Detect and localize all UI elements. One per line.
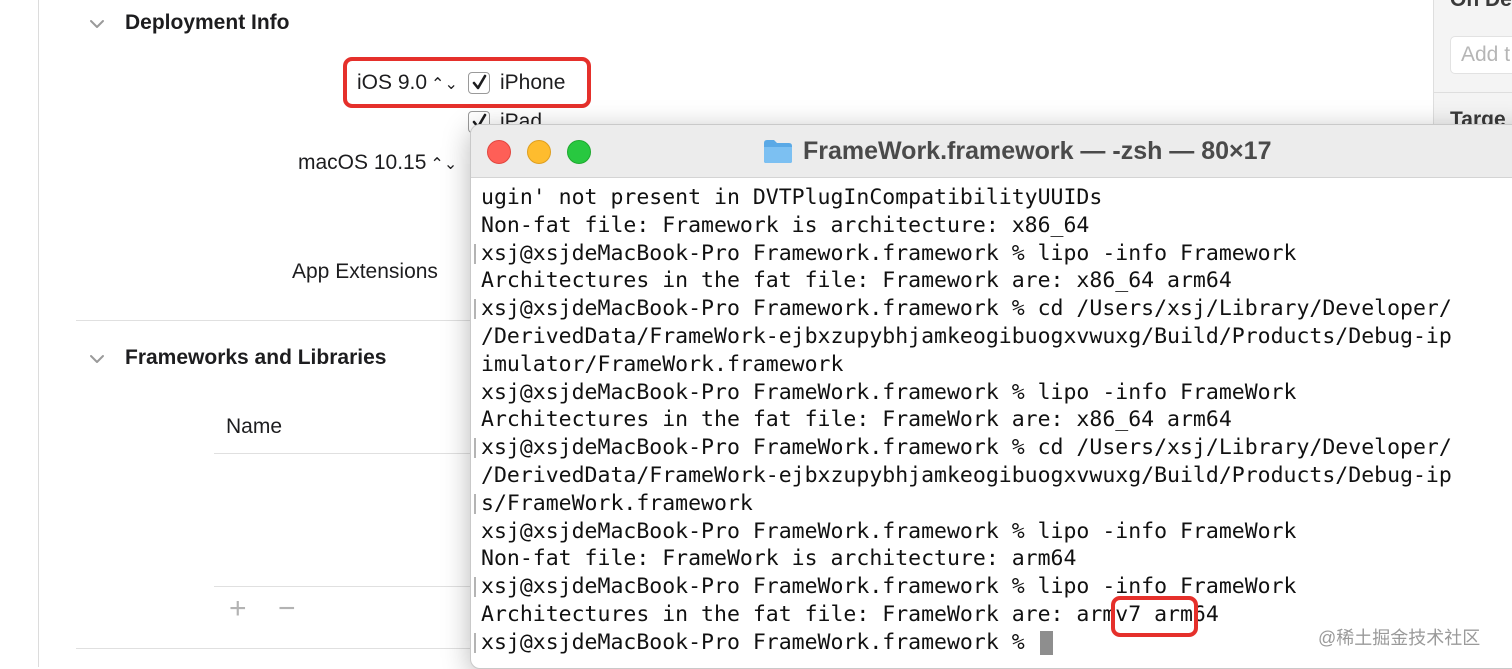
terminal-line: xsj@xsjdeMacBook-Pro Framework.framework…	[481, 296, 1452, 322]
terminal-title: FrameWork.framework — -zsh — 80×17	[803, 136, 1272, 165]
armv7-highlight-box	[1111, 596, 1198, 637]
left-divider	[38, 0, 39, 667]
ios-highlight-box	[343, 57, 591, 108]
stepper-icon: ⌃⌄	[430, 156, 458, 173]
right-panel-add-placeholder: Add t	[1461, 43, 1511, 66]
right-panel-add-field[interactable]: Add t	[1450, 36, 1512, 74]
macos-version-popup[interactable]: macOS 10.15 ⌃⌄	[298, 151, 457, 175]
table-footer-divider	[214, 586, 474, 587]
text-cursor	[1039, 630, 1053, 655]
close-window-button[interactable]	[487, 140, 511, 164]
terminal-prompt: xsj@xsjdeMacBook-Pro FrameWork.framework…	[481, 629, 1038, 655]
right-panel-divider	[1434, 92, 1512, 93]
watermark: @稀土掘金技术社区	[1318, 628, 1481, 648]
terminal-line: ugin' not present in DVTPlugInCompatibil…	[481, 185, 1103, 210]
terminal-output[interactable]: ugin' not present in DVTPlugInCompatibil…	[481, 184, 1512, 657]
terminal-line: xsj@xsjdeMacBook-Pro FrameWork.framework…	[481, 435, 1452, 461]
app-extensions-label: App Extensions	[292, 260, 438, 283]
terminal-line: /DerivedData/FrameWork-ejbxzupybhjamkeog…	[481, 323, 1452, 349]
remove-framework-button[interactable]: −	[278, 592, 296, 626]
terminal-line: /DerivedData/FrameWork-ejbxzupybhjamkeog…	[481, 462, 1452, 488]
name-column-header[interactable]: Name	[226, 415, 282, 439]
terminal-line: xsj@xsjdeMacBook-Pro FrameWork.framework…	[481, 379, 1297, 405]
terminal-line: Architectures in the fat file: FrameWork…	[481, 407, 1232, 433]
terminal-line: imulator/FrameWork.framework	[481, 351, 844, 377]
right-panel-title: On De	[1450, 0, 1512, 12]
terminal-title-bar[interactable]: FrameWork.framework — -zsh — 80×17	[471, 125, 1512, 178]
minimize-window-button[interactable]	[527, 140, 551, 164]
chevron-down-icon[interactable]	[88, 15, 106, 33]
chevron-down-icon[interactable]	[88, 350, 106, 368]
terminal-line: Non-fat file: Framework is architecture:…	[481, 212, 1090, 238]
folder-icon	[764, 140, 792, 163]
add-framework-button[interactable]: +	[229, 592, 247, 626]
zoom-window-button[interactable]	[567, 140, 591, 164]
prompt-marks	[474, 244, 476, 653]
frameworks-title: Frameworks and Libraries	[125, 346, 387, 369]
terminal-line: xsj@xsjdeMacBook-Pro Framework.framework…	[481, 240, 1297, 266]
table-header-divider	[214, 453, 474, 454]
macos-version-label: macOS 10.15	[298, 151, 427, 174]
section-divider	[76, 320, 476, 321]
terminal-line: s/FrameWork.framework	[481, 490, 753, 516]
terminal-line: xsj@xsjdeMacBook-Pro FrameWork.framework…	[481, 518, 1297, 544]
terminal-line: Non-fat file: FrameWork is architecture:…	[481, 546, 1077, 572]
terminal-window[interactable]: FrameWork.framework — -zsh — 80×17 ugin'…	[470, 124, 1512, 669]
section-divider	[76, 648, 476, 649]
terminal-line: xsj@xsjdeMacBook-Pro FrameWork.framework…	[481, 574, 1297, 600]
terminal-line: Architectures in the fat file: Framework…	[481, 268, 1232, 294]
deployment-info-title: Deployment Info	[125, 11, 290, 34]
